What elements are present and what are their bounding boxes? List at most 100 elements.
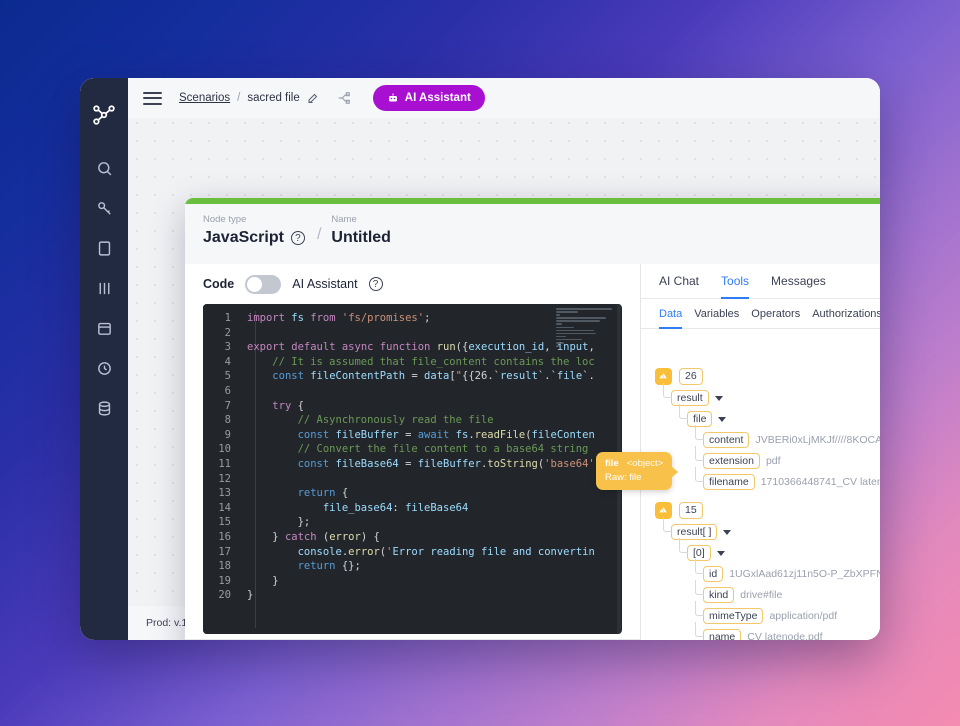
code-editor[interactable]: 1 2 3 4 5 6 7 8 9 10 11 12 13 14 15 16 17 18 19 20 import f… <box>203 304 622 634</box>
breadcrumb: Scenarios / sacred file <box>179 92 319 104</box>
tree-elbow <box>695 467 704 482</box>
latenode-logo-icon[interactable] <box>91 102 117 128</box>
tree-group-header[interactable]: 15 <box>641 502 880 519</box>
question-circle-icon[interactable]: ? <box>290 231 305 245</box>
subtab-data[interactable]: Data <box>659 308 683 329</box>
code-label: Code <box>203 277 235 291</box>
tree-row[interactable]: content JVBERi0xLjMKJf////8KOCAwIG9iago8P… <box>641 425 880 448</box>
code-line: } catch (error) { <box>272 530 380 543</box>
node-type-label: Node type <box>203 214 247 225</box>
node-editor-modal: Node type JavaScript ? / Name Untitled C… <box>185 198 880 640</box>
tab-messages[interactable]: Messages <box>771 274 826 299</box>
code-line: try { <box>272 399 304 412</box>
tree-row[interactable]: name CV latenode.pdf <box>641 622 880 640</box>
tree-value: JVBERi0xLjMKJf////8KOCAwIG9iago8PAo <box>755 434 880 446</box>
tree-key[interactable]: result[ ] <box>671 524 718 540</box>
line-number: 2 <box>224 326 231 339</box>
tree-elbow <box>695 622 704 637</box>
tree-group-number: 26 <box>679 368 703 385</box>
code-line: } <box>247 589 254 602</box>
caret-down-icon[interactable] <box>714 395 723 401</box>
tree-group-header[interactable]: 26 <box>641 368 880 385</box>
tree-row[interactable]: id 1UGxlAad61zj11n5O-P_ZbXPFNq_2leDa <box>641 559 880 582</box>
caret-down-icon[interactable] <box>718 416 727 422</box>
database-icon[interactable] <box>80 388 128 428</box>
code-line: const fileBase64 = fileBuffer.toString('… <box>297 457 595 470</box>
search-icon[interactable] <box>80 148 128 188</box>
subtab-authorizations[interactable]: Authorizations <box>812 308 880 329</box>
clock-icon[interactable] <box>80 348 128 388</box>
tree-elbow <box>695 559 704 574</box>
subtab-variables[interactable]: Variables <box>694 308 739 329</box>
tree-row[interactable]: kind drive#file <box>641 580 880 603</box>
tree-key[interactable]: kind <box>703 587 735 603</box>
node-name-label: Name <box>331 214 357 225</box>
code-content[interactable]: import fs from 'fs/promises'; export def… <box>239 304 622 634</box>
tree-key[interactable]: content <box>703 432 750 448</box>
library-icon[interactable] <box>80 268 128 308</box>
code-line: return {}; <box>297 560 361 573</box>
pencil-icon[interactable] <box>307 92 319 104</box>
top-bar: Scenarios / sacred file AI Assistant <box>128 78 880 118</box>
tooltip-type: <object> <box>626 458 664 469</box>
ai-assistant-button[interactable]: AI Assistant <box>372 85 485 111</box>
tree-key[interactable]: filename <box>703 474 755 490</box>
line-number: 15 <box>218 516 231 529</box>
line-number: 7 <box>224 399 231 412</box>
tree-group-number: 15 <box>679 502 703 519</box>
caret-down-icon[interactable] <box>723 529 732 535</box>
subtab-operators[interactable]: Operators <box>751 308 800 329</box>
tree-row[interactable]: file <box>641 404 880 427</box>
book-icon[interactable] <box>80 228 128 268</box>
node-type-value-row: JavaScript ? <box>203 229 305 247</box>
hamburger-menu-icon[interactable] <box>140 89 165 108</box>
node-name-value[interactable]: Untitled <box>331 229 391 247</box>
line-number: 13 <box>218 487 231 500</box>
rail-icon-list <box>80 148 128 428</box>
modal-body: Code AI Assistant ? 1 2 3 4 5 6 7 8 9 10 11 12 13 14 1… <box>185 264 880 640</box>
tree-key[interactable]: name <box>703 629 742 640</box>
line-number: 9 <box>224 428 231 441</box>
code-line: // It is assumed that file_content conta… <box>247 355 595 368</box>
tree-value: drive#file <box>740 589 783 601</box>
tooltip-raw: Raw: file <box>605 472 642 483</box>
modal-header: Node type JavaScript ? / Name Untitled <box>185 204 880 264</box>
caret-down-icon[interactable] <box>716 550 725 556</box>
tree-row[interactable]: [0] <box>641 538 880 561</box>
tree-elbow <box>695 601 704 616</box>
calendar-icon[interactable] <box>80 308 128 348</box>
tree-value: CV latenode.pdf <box>747 631 823 640</box>
key-icon[interactable] <box>80 188 128 228</box>
tree-value: 1710366448741_CV latenode <box>760 476 880 488</box>
tree-row[interactable]: result[ ] <box>641 517 880 540</box>
question-circle-icon[interactable]: ? <box>368 277 383 291</box>
line-number: 18 <box>218 560 231 573</box>
data-tree[interactable]: 26 result file content JVBERi0xLjMKJf////8KO… <box>641 356 880 640</box>
ai-assistant-toggle[interactable] <box>245 274 282 294</box>
breadcrumb-scenarios-link[interactable]: Scenarios <box>179 92 230 104</box>
left-sidebar-rail <box>80 78 128 640</box>
line-number: 11 <box>218 457 231 470</box>
line-number-gutter: 1 2 3 4 5 6 7 8 9 10 11 12 13 14 15 16 17 18 19 20 <box>203 304 239 634</box>
tab-ai-chat[interactable]: AI Chat <box>659 274 699 299</box>
editor-minimap[interactable] <box>556 308 616 352</box>
tree-key[interactable]: result <box>671 390 709 406</box>
line-number: 19 <box>218 574 231 587</box>
tree-row[interactable]: mimeType application/pdf <box>641 601 880 624</box>
tab-tools[interactable]: Tools <box>721 274 750 299</box>
tree-key[interactable]: mimeType <box>703 608 764 624</box>
code-line: // Convert the file content to a base64 … <box>247 443 589 456</box>
tree-key[interactable]: extension <box>703 453 760 469</box>
code-line: console.error('Error reading file and co… <box>297 545 595 558</box>
tree-row[interactable]: result <box>641 383 880 406</box>
breadcrumb-current: sacred file <box>247 92 300 104</box>
flow-branch-icon[interactable] <box>337 91 351 105</box>
line-number: 17 <box>218 545 231 558</box>
code-toolbar: Code AI Assistant ? <box>185 264 640 304</box>
node-name-block: Name Untitled <box>331 204 391 247</box>
tree-elbow <box>663 383 672 398</box>
app-window: Scenarios / sacred file AI Assistant Pro… <box>80 78 880 640</box>
tree-key[interactable]: id <box>703 566 724 582</box>
